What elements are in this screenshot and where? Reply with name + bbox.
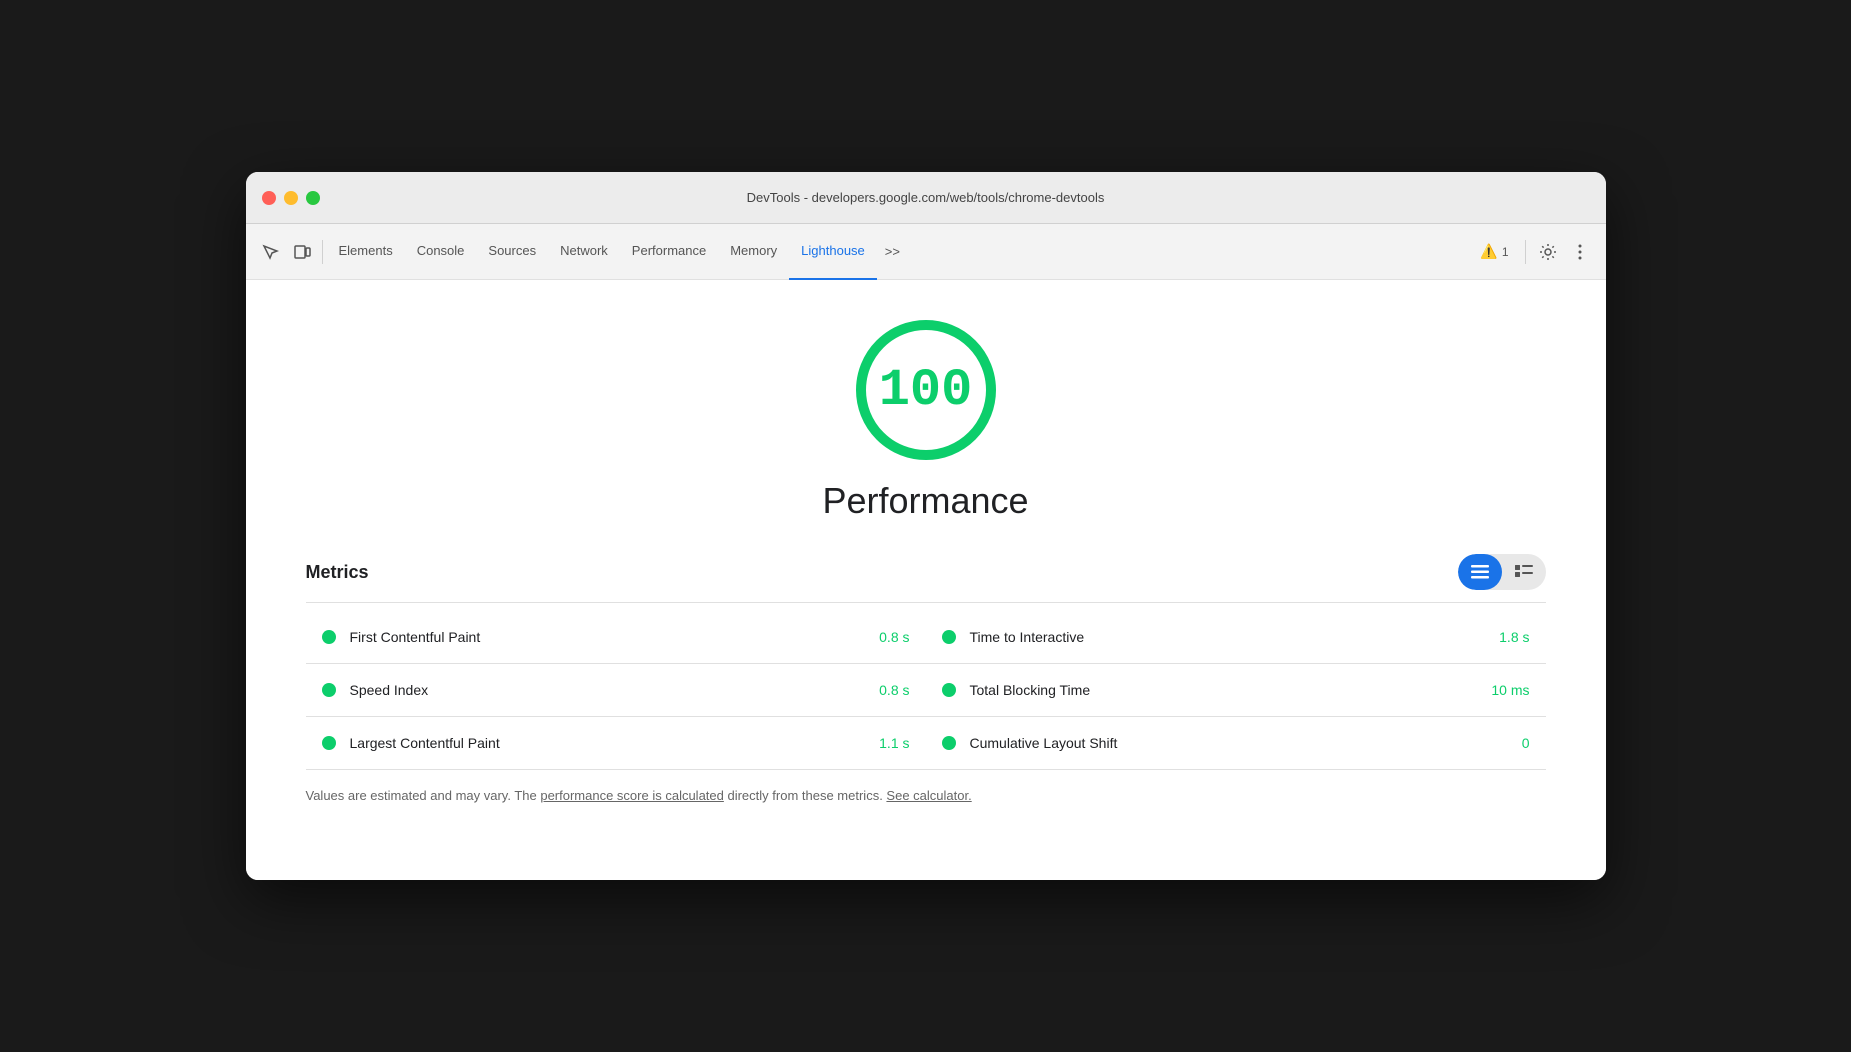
metric-value-tbt: 10 ms <box>1491 682 1529 698</box>
close-button[interactable] <box>262 191 276 205</box>
devtools-tabs-bar: Elements Console Sources Network Perform… <box>246 224 1606 280</box>
more-tabs-button[interactable]: >> <box>877 224 908 280</box>
maximize-button[interactable] <box>306 191 320 205</box>
metric-name-cls: Cumulative Layout Shift <box>970 735 1506 751</box>
device-toggle-button[interactable] <box>286 236 318 268</box>
metrics-footer: Values are estimated and may vary. The p… <box>306 786 1546 807</box>
metric-value-fcp: 0.8 s <box>879 629 909 645</box>
metrics-header: Metrics <box>306 554 1546 590</box>
metrics-title: Metrics <box>306 562 369 583</box>
metrics-section: Metrics <box>306 554 1546 807</box>
metrics-divider-top <box>306 602 1546 603</box>
metrics-grid: First Contentful Paint 0.8 s Time to Int… <box>306 611 1546 769</box>
more-options-button[interactable] <box>1566 238 1594 266</box>
metric-dot-tbt <box>942 683 956 697</box>
metric-dot-cls <box>942 736 956 750</box>
metrics-divider-bottom <box>306 769 1546 770</box>
inspect-tool-button[interactable] <box>254 236 286 268</box>
metric-row-tti: Time to Interactive 1.8 s <box>926 611 1546 664</box>
metric-row-cls: Cumulative Layout Shift 0 <box>926 717 1546 769</box>
view-toggle <box>1458 554 1546 590</box>
tab-network[interactable]: Network <box>548 224 620 280</box>
tab-divider-1 <box>322 240 323 264</box>
metric-dot-si <box>322 683 336 697</box>
devtools-window: DevTools - developers.google.com/web/too… <box>246 172 1606 880</box>
warning-icon: ⚠️ <box>1480 243 1497 260</box>
metric-row-tbt: Total Blocking Time 10 ms <box>926 664 1546 717</box>
metric-name-lcp: Largest Contentful Paint <box>350 735 864 751</box>
metric-dot-fcp <box>322 630 336 644</box>
metric-row-si: Speed Index 0.8 s <box>306 664 926 717</box>
score-circle: 100 <box>856 320 996 460</box>
tab-sources[interactable]: Sources <box>476 224 548 280</box>
calculator-link[interactable]: See calculator. <box>886 788 971 803</box>
tab-console[interactable]: Console <box>405 224 477 280</box>
metric-name-tti: Time to Interactive <box>970 629 1484 645</box>
titlebar: DevTools - developers.google.com/web/too… <box>246 172 1606 224</box>
traffic-lights <box>262 191 320 205</box>
metric-value-lcp: 1.1 s <box>879 735 909 751</box>
metric-dot-tti <box>942 630 956 644</box>
window-title: DevTools - developers.google.com/web/too… <box>747 190 1105 205</box>
metric-dot-lcp <box>322 736 336 750</box>
metric-row-fcp: First Contentful Paint 0.8 s <box>306 611 926 664</box>
score-value: 100 <box>879 361 973 420</box>
grid-view-button[interactable] <box>1458 554 1502 590</box>
tab-lighthouse[interactable]: Lighthouse <box>789 224 877 280</box>
tab-divider-2 <box>1525 240 1526 264</box>
settings-button[interactable] <box>1534 238 1562 266</box>
score-label: Performance <box>822 480 1028 522</box>
tab-actions: ⚠️ 1 <box>1472 238 1593 266</box>
metric-value-cls: 0 <box>1522 735 1530 751</box>
metric-row-lcp: Largest Contentful Paint 1.1 s <box>306 717 926 769</box>
metric-value-si: 0.8 s <box>879 682 909 698</box>
score-container: 100 Performance <box>306 320 1546 522</box>
minimize-button[interactable] <box>284 191 298 205</box>
tab-elements[interactable]: Elements <box>327 224 405 280</box>
metric-name-fcp: First Contentful Paint <box>350 629 864 645</box>
warning-badge[interactable]: ⚠️ 1 <box>1472 239 1516 264</box>
metric-name-tbt: Total Blocking Time <box>970 682 1476 698</box>
metric-value-tti: 1.8 s <box>1499 629 1529 645</box>
tab-memory[interactable]: Memory <box>718 224 789 280</box>
performance-score-link[interactable]: performance score is calculated <box>540 788 724 803</box>
main-content: 100 Performance Metrics <box>246 280 1606 880</box>
list-view-button[interactable] <box>1502 554 1546 590</box>
metric-name-si: Speed Index <box>350 682 864 698</box>
tab-performance[interactable]: Performance <box>620 224 718 280</box>
